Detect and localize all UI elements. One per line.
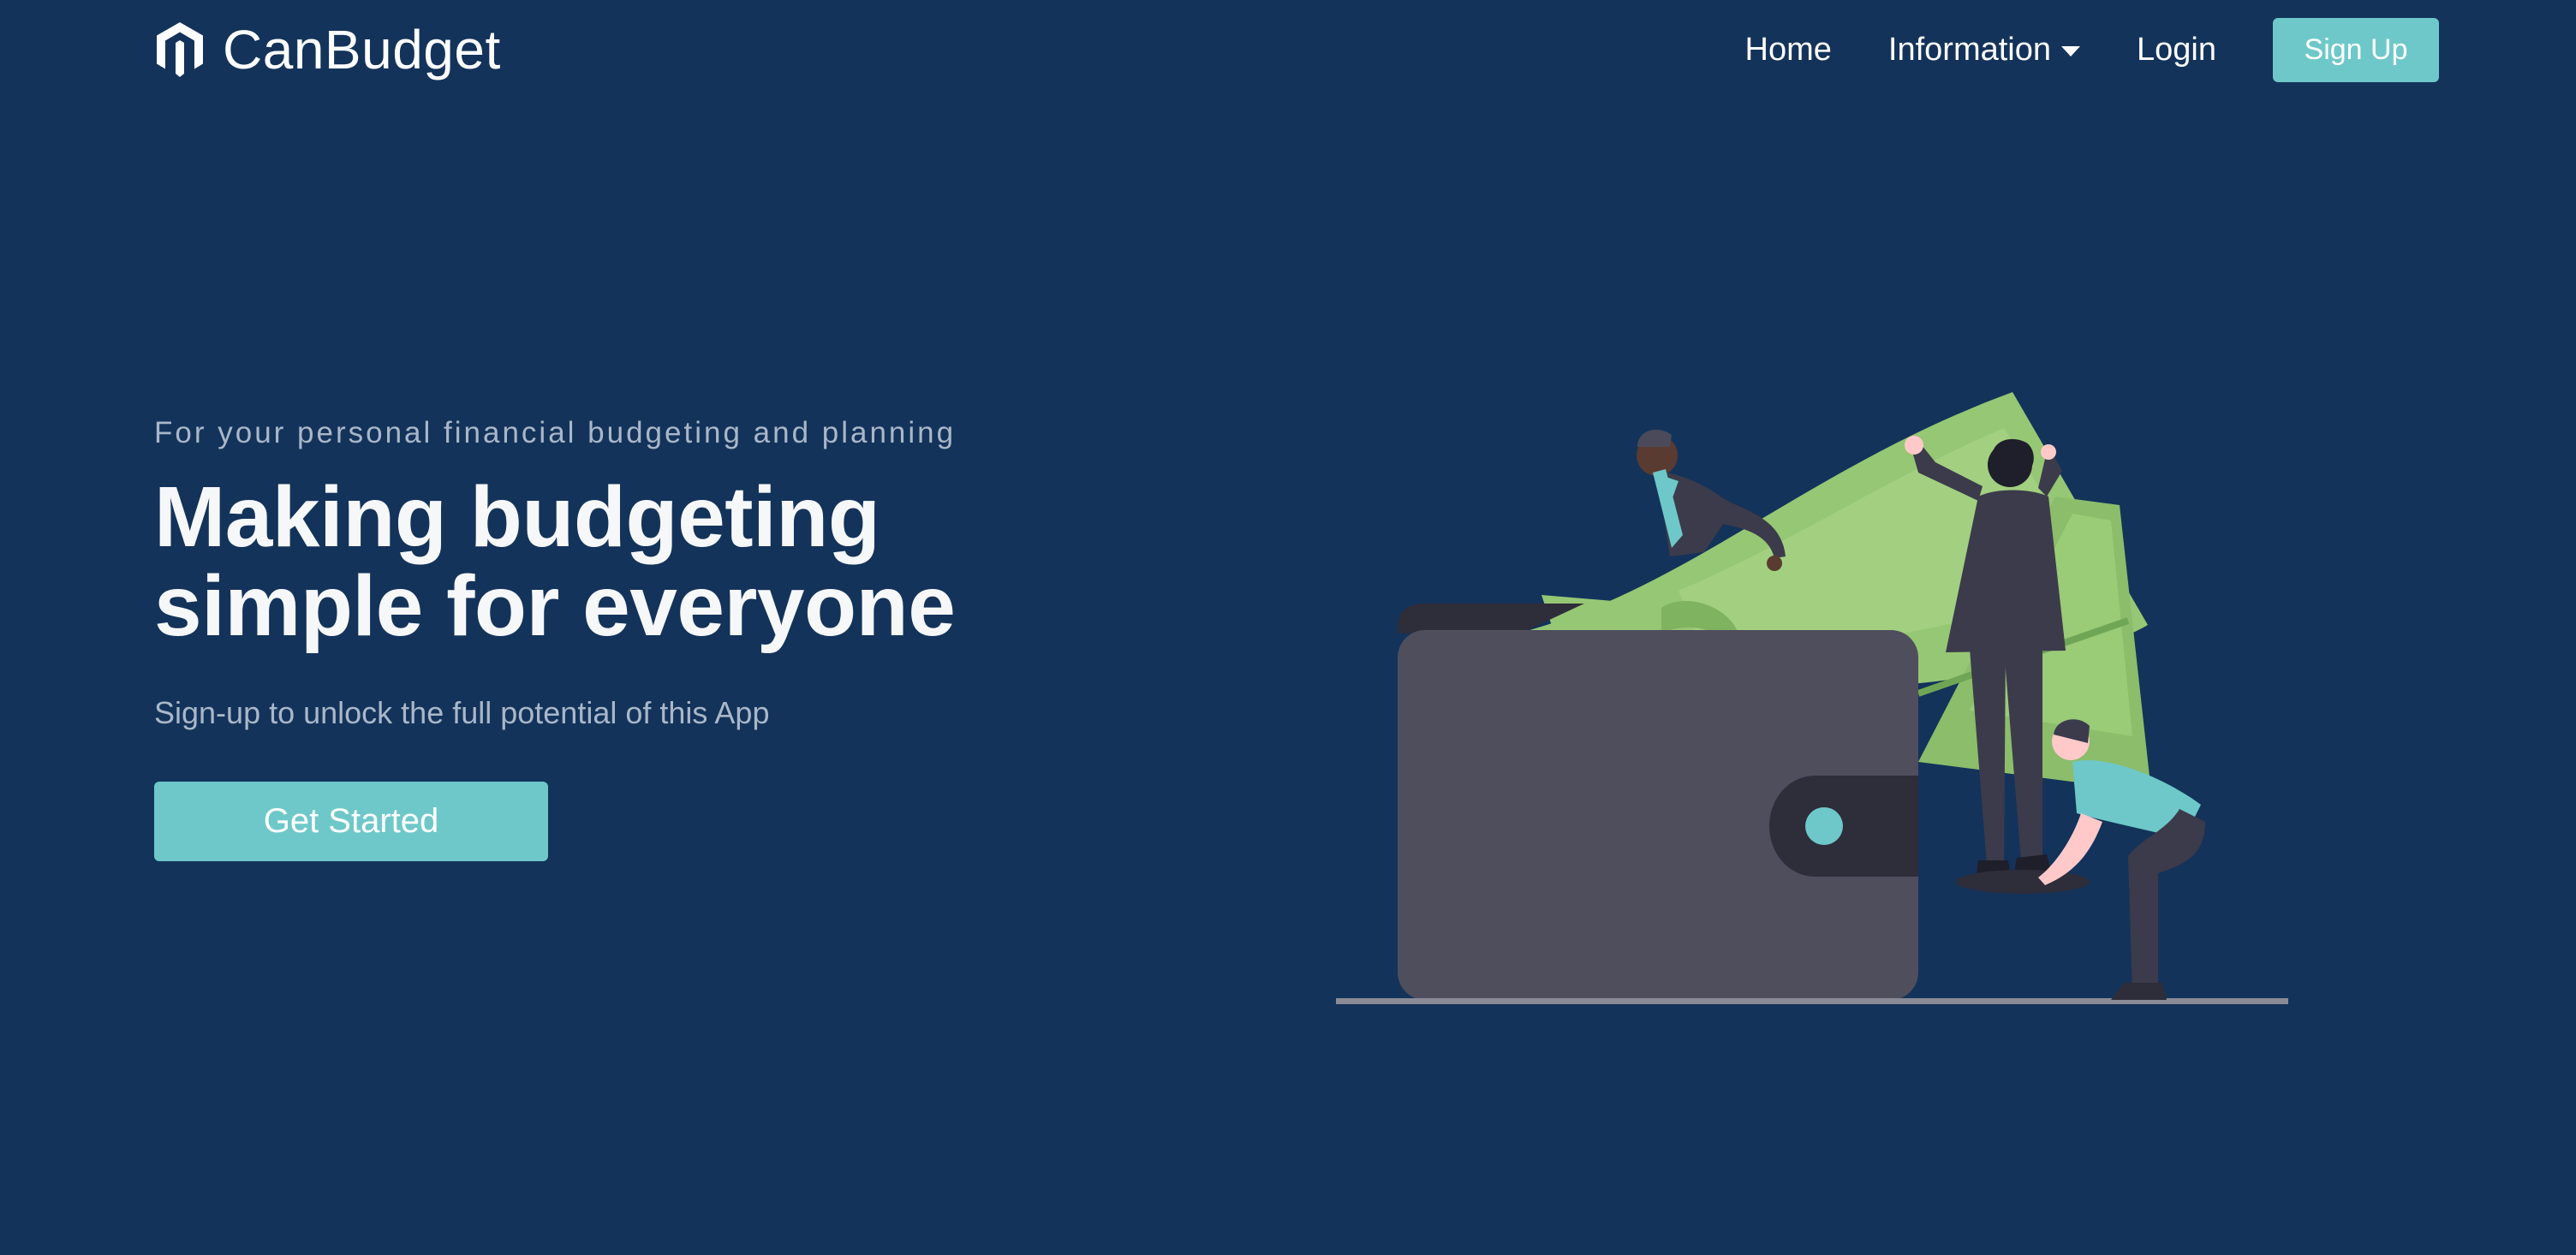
get-started-button[interactable]: Get Started	[154, 782, 548, 861]
brand-name: CanBudget	[223, 19, 501, 80]
nav-link-information-label: Information	[1887, 31, 2052, 68]
caret-down-icon	[2061, 46, 2081, 57]
brand-logo-icon	[157, 22, 203, 77]
hero-subtext: Sign-up to unlock the full potential of …	[154, 695, 770, 730]
nav-dropdown-information[interactable]: Information	[1887, 31, 2081, 68]
hero-headline-line2: simple for everyone	[154, 558, 956, 654]
hero-headline-line1: Making budgeting	[154, 469, 880, 565]
wallet-money-illustration	[1336, 392, 2288, 1004]
wallet-icon	[1398, 630, 1918, 1000]
navbar: CanBudget Home Information Login Sign Up	[0, 0, 2576, 99]
signup-button[interactable]: Sign Up	[2273, 17, 2439, 82]
nav-links: Home Information Login Sign Up	[1745, 17, 2439, 82]
hero-section: For your personal financial budgeting an…	[154, 411, 1182, 861]
nav-link-home[interactable]: Home	[1745, 32, 1832, 68]
brand-link[interactable]: CanBudget	[154, 17, 501, 82]
hero-headline: Making budgeting simple for everyone	[154, 473, 1182, 651]
nav-link-login[interactable]: Login	[2137, 32, 2216, 68]
hero-tagline: For your personal financial budgeting an…	[154, 416, 957, 449]
